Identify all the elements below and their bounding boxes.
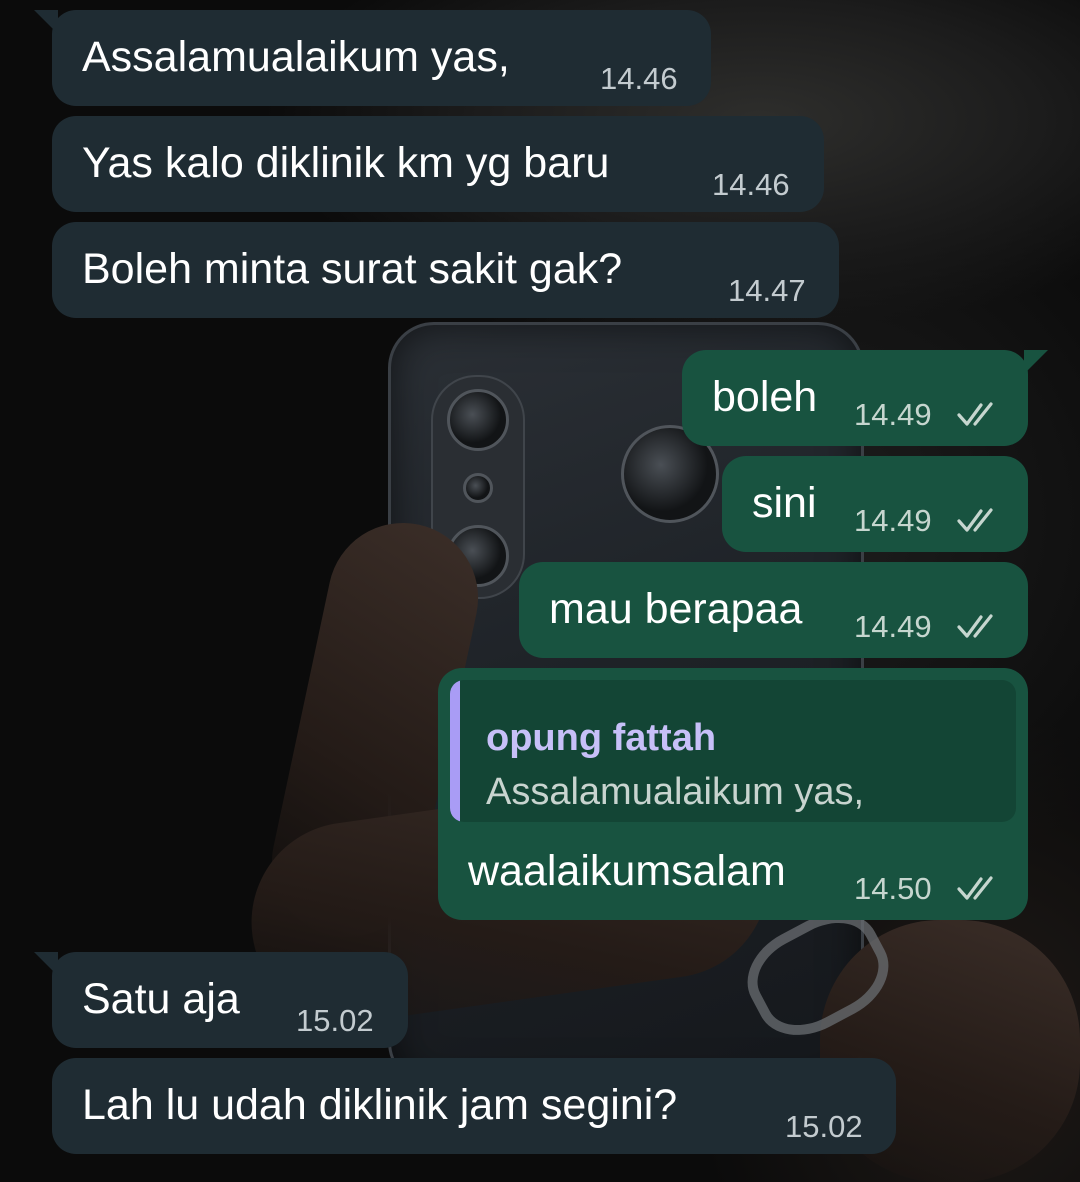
message-text: Lah lu udah diklinik jam segini? [82, 1081, 678, 1129]
message-timestamp: 14.50 [854, 871, 932, 906]
double-check-icon [957, 508, 993, 532]
message-text: waalaikumsalam [468, 847, 786, 895]
message-timestamp: 15.02 [296, 1003, 374, 1038]
message-timestamp: 14.46 [712, 167, 790, 202]
message-timestamp: 14.49 [854, 609, 932, 644]
quoted-sender-name: opung fattah [486, 717, 717, 759]
wallpaper-lens [447, 389, 509, 451]
message-timestamp: 15.02 [785, 1109, 863, 1144]
outgoing-message-bubble[interactable]: mau berapaa 14.49 [519, 562, 1028, 658]
message-text: Yas kalo diklinik km yg baru [82, 139, 610, 187]
message-timestamp: 14.47 [728, 273, 806, 308]
message-text: sini [752, 479, 817, 527]
message-text: Boleh minta surat sakit gak? [82, 245, 623, 293]
double-check-icon [957, 402, 993, 426]
outgoing-reply-message-bubble[interactable]: opung fattah Assalamualaikum yas, waalai… [438, 668, 1028, 920]
incoming-message-bubble[interactable]: Boleh minta surat sakit gak? 14.47 [52, 222, 839, 318]
incoming-message-bubble[interactable]: Assalamualaikum yas, 14.46 [34, 10, 711, 106]
incoming-message-bubble[interactable]: Lah lu udah diklinik jam segini? 15.02 [52, 1058, 896, 1154]
outgoing-message-bubble[interactable]: sini 14.49 [722, 456, 1028, 552]
message-timestamp: 14.49 [854, 397, 932, 432]
double-check-icon [957, 876, 993, 900]
message-timestamp: 14.49 [854, 503, 932, 538]
message-text: boleh [712, 373, 818, 421]
message-text: Assalamualaikum yas, [82, 33, 510, 81]
message-text: Satu aja [82, 975, 240, 1023]
incoming-message-bubble[interactable]: Yas kalo diklinik km yg baru 14.46 [52, 116, 824, 212]
quoted-message[interactable]: opung fattah Assalamualaikum yas, [450, 680, 1016, 822]
message-timestamp: 14.46 [600, 61, 678, 96]
bubble-tail [34, 952, 58, 976]
outgoing-message-bubble[interactable]: boleh 14.49 [682, 350, 1048, 446]
bubble-tail [34, 10, 58, 34]
double-check-icon [957, 614, 993, 638]
wallpaper-lens [463, 473, 493, 503]
message-text: mau berapaa [549, 585, 803, 633]
quoted-message-text: Assalamualaikum yas, [486, 771, 865, 813]
incoming-message-bubble[interactable]: Satu aja 15.02 [34, 952, 408, 1048]
quote-accent-bar [450, 680, 460, 822]
bubble-tail [1024, 350, 1048, 374]
